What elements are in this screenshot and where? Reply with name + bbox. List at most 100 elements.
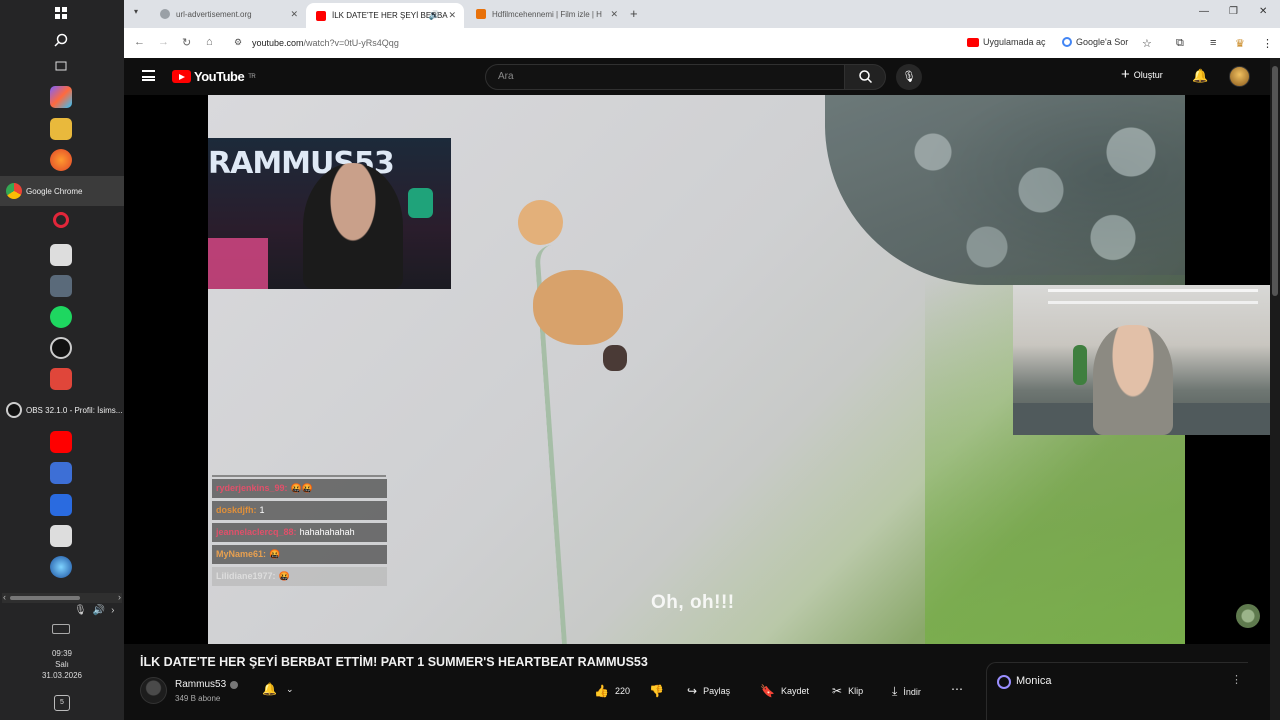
youtube-favicon-icon xyxy=(316,10,326,21)
dislike-button[interactable]: 👎 xyxy=(649,684,664,698)
tab-title: url-advertisement.org xyxy=(176,9,252,19)
app-icon-2[interactable] xyxy=(50,494,72,516)
tab-url-advertisement[interactable]: url-advertisement.org ✕ xyxy=(150,3,306,25)
site-info-icon[interactable]: ⚙ xyxy=(234,37,242,48)
forward-button[interactable]: → xyxy=(158,36,169,48)
close-tab-icon[interactable]: ✕ xyxy=(448,10,456,21)
calculator-icon[interactable] xyxy=(50,275,72,297)
taskbar-obs[interactable]: OBS 32.1.0 - Profil: İsims... xyxy=(0,395,124,425)
tab-title: Hdfilmcehennemi | Film izle | H xyxy=(492,9,602,19)
share-button[interactable]: ↪ Paylaş xyxy=(687,684,730,698)
notifications-bell-icon[interactable]: 🔔 xyxy=(1192,68,1208,84)
chat-username: doskdjfh: xyxy=(216,505,257,515)
download-button[interactable]: ⤓ İndir xyxy=(892,684,921,699)
create-button[interactable]: + Oluştur xyxy=(1121,67,1163,82)
share-label: Paylaş xyxy=(703,686,731,696)
firefox-icon[interactable] xyxy=(50,149,72,171)
second-person-figure xyxy=(1093,325,1173,435)
chat-username: jeannelaclercq_88: xyxy=(216,527,297,537)
channel-avatar[interactable] xyxy=(140,677,167,704)
copilot-icon[interactable] xyxy=(50,86,72,108)
tab-youtube-active[interactable]: İLK DATE'TE HER ŞEYİ BERBA 🔊 ✕ xyxy=(306,3,464,28)
new-tab-button[interactable]: + xyxy=(630,6,638,21)
save-button[interactable]: 🔖 Kaydet xyxy=(760,684,809,698)
scissors-icon: ✂ xyxy=(832,684,843,698)
close-tab-icon[interactable]: ✕ xyxy=(290,9,298,20)
cat-scene xyxy=(508,200,628,371)
chevron-down-icon[interactable]: ⌄ xyxy=(286,684,294,695)
close-tab-icon[interactable]: ✕ xyxy=(610,9,618,20)
google-lens-icon xyxy=(1062,37,1072,47)
chat-username: MyName61: xyxy=(216,549,267,559)
like-button[interactable]: 👍 220 xyxy=(594,684,630,698)
windows-start-icon[interactable] xyxy=(50,2,72,24)
channel-name-row[interactable]: Rammus53 xyxy=(175,679,239,690)
menu-hamburger-icon[interactable] xyxy=(142,70,155,81)
youtube-header: YouTube TR Ara 🎙 + Oluştur 🔔 xyxy=(124,58,1270,95)
close-window-button[interactable]: ✕ xyxy=(1259,6,1267,17)
minimize-button[interactable]: — xyxy=(1199,6,1209,17)
monica-panel[interactable]: Monica ⋮ xyxy=(986,662,1248,720)
file-explorer-icon[interactable] xyxy=(50,118,72,140)
clip-label: Klip xyxy=(848,686,864,696)
opera-icon[interactable] xyxy=(53,212,69,228)
account-avatar[interactable] xyxy=(1229,66,1250,87)
youtube-app-icon xyxy=(967,37,979,47)
capcut-icon[interactable] xyxy=(50,525,72,547)
streamer-figure xyxy=(303,163,403,289)
page-scrollbar[interactable] xyxy=(1270,58,1280,720)
download-label: İndir xyxy=(903,686,921,697)
anydesk-icon[interactable] xyxy=(50,368,72,390)
more-actions-icon[interactable]: ⋯ xyxy=(951,682,964,696)
search-icon[interactable] xyxy=(50,29,72,51)
chat-message: Lilidiane1977: 🤬 xyxy=(212,567,387,586)
clock-day: Salı xyxy=(55,660,69,669)
reload-button[interactable]: ↻ xyxy=(182,36,191,49)
youtube-app-icon[interactable] xyxy=(50,431,72,453)
restore-button[interactable]: ❐ xyxy=(1229,6,1238,17)
taskbar-clock[interactable]: 09:39 Salı 31.03.2026 xyxy=(0,648,124,681)
back-button[interactable]: ← xyxy=(134,36,145,48)
open-in-app-button[interactable]: Uygulamada aç xyxy=(967,37,1046,47)
search-button[interactable] xyxy=(844,64,886,90)
channel-watermark-icon[interactable] xyxy=(1236,604,1260,628)
audio-playing-icon[interactable]: 🔊 xyxy=(429,10,440,21)
taskbar-chrome[interactable]: Google Chrome xyxy=(0,176,124,206)
video-info-section: İLK DATE'TE HER ŞEYİ BERBAT ETTİM! PART … xyxy=(124,644,1270,720)
chevron-right-icon[interactable]: › xyxy=(111,605,114,616)
chat-message: jeannelaclercq_88: hahahahahah xyxy=(212,523,387,542)
chat-username: Lilidiane1977: xyxy=(216,571,276,581)
stones-scene xyxy=(825,95,1185,285)
home-button[interactable]: ⌂ xyxy=(206,36,213,48)
share-icon: ↪ xyxy=(687,684,698,698)
tab-search-icon[interactable]: ▾ xyxy=(134,7,138,16)
bookmark-star-icon[interactable]: ☆ xyxy=(1142,37,1152,50)
tab-hdfilmcehennemi[interactable]: Hdfilmcehennemi | Film izle | H ✕ xyxy=(466,3,626,25)
microphone-tray-icon[interactable]: 🎙 xyxy=(74,605,87,616)
profile-extension-icon[interactable]: ♛ xyxy=(1235,37,1245,50)
app-icon-3[interactable] xyxy=(50,556,72,578)
voice-search-icon[interactable]: 🎙 xyxy=(896,64,922,90)
taskbar-scrollbar[interactable]: ‹ › xyxy=(2,592,122,603)
clip-button[interactable]: ✂ Klip xyxy=(832,684,863,698)
spotify-icon[interactable] xyxy=(50,306,72,328)
verified-icon xyxy=(230,680,239,689)
obs-icon[interactable] xyxy=(50,337,72,359)
search-input[interactable]: Ara xyxy=(485,64,845,90)
chrome-menu-icon[interactable]: ⋮ xyxy=(1262,37,1273,50)
video-title: İLK DATE'TE HER ŞEYİ BERBAT ETTİM! PART … xyxy=(140,655,648,669)
volume-tray-icon[interactable]: 🔊 xyxy=(93,605,105,616)
task-view-icon[interactable] xyxy=(50,55,72,77)
address-bar[interactable]: youtube.com/watch?v=0tU-yRs4Qqg xyxy=(252,38,399,48)
monica-menu-icon[interactable]: ⋮ xyxy=(1231,673,1242,686)
youtube-logo[interactable]: YouTube TR xyxy=(172,69,256,84)
video-player[interactable]: RAMMUS53 ryderjenkins_99: 🤬🤬 doskdjfh: 1 j… xyxy=(124,95,1270,644)
subscription-bell-icon[interactable]: 🔔 xyxy=(262,682,277,696)
store-icon[interactable] xyxy=(50,244,72,266)
keyboard-icon[interactable] xyxy=(52,624,70,634)
notification-icon[interactable]: 5 xyxy=(54,695,70,711)
ask-google-button[interactable]: Google'a Sor xyxy=(1062,37,1128,47)
reading-list-icon[interactable]: ≡ xyxy=(1210,37,1216,49)
extensions-icon[interactable]: ⧉ xyxy=(1176,37,1184,50)
app-icon-1[interactable] xyxy=(50,462,72,484)
